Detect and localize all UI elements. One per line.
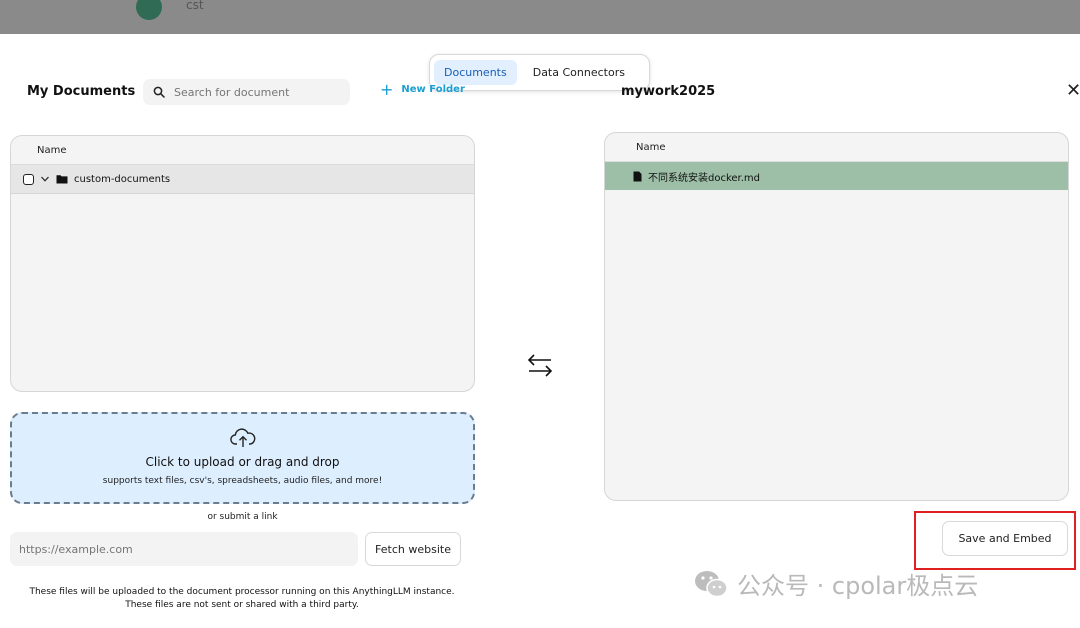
upload-note-line1: These files will be uploaded to the docu… (29, 587, 455, 597)
tab-data-connectors[interactable]: Data Connectors (523, 60, 635, 85)
file-name: 不同系统安装docker.md (648, 172, 761, 184)
file-icon (633, 171, 642, 181)
wechat-icon (695, 570, 728, 597)
tab-documents[interactable]: Documents (434, 60, 517, 85)
chevron-down-icon[interactable] (40, 174, 50, 184)
folder-icon (56, 175, 68, 184)
watermark: 公众号 · cpolar极点云 (693, 566, 978, 601)
my-documents-table: Name custom-documents (10, 135, 475, 392)
plus-icon: + (380, 79, 394, 99)
search-input[interactable] (174, 85, 344, 99)
new-folder-button[interactable]: + New Folder (380, 79, 465, 99)
upload-main-text: Click to upload or drag and drop (145, 455, 340, 469)
workspace-documents-table: Name 不同系统安装docker.md (604, 132, 1069, 501)
new-folder-label: New Folder (401, 84, 465, 95)
background-user-name: cst (186, 0, 204, 12)
cloud-upload-icon (229, 428, 255, 447)
avatar (136, 0, 162, 20)
close-icon[interactable]: ✕ (1066, 80, 1080, 101)
search-box[interactable] (143, 79, 350, 105)
column-header-name: Name (605, 133, 1068, 162)
row-checkbox[interactable] (23, 173, 34, 185)
upload-dropzone[interactable]: Click to upload or drag and drop support… (10, 412, 475, 504)
or-submit-link-label: or submit a link (207, 512, 278, 522)
url-input[interactable] (10, 532, 358, 566)
folder-name: custom-documents (74, 173, 171, 185)
workspace-title: mywork2025 (621, 84, 716, 99)
swap-arrows-icon[interactable] (526, 352, 554, 378)
table-row[interactable]: custom-documents (11, 165, 474, 194)
column-header-name: Name (11, 136, 474, 165)
upload-note-line2: These files are not sent or shared with … (125, 600, 359, 610)
search-icon (153, 86, 165, 98)
my-documents-title: My Documents (27, 84, 136, 99)
watermark-text: 公众号 · cpolar极点云 (737, 572, 979, 600)
table-row[interactable]: 不同系统安装docker.md (605, 162, 1068, 190)
upload-sub-text: supports text files, csv's, spreadsheets… (102, 476, 383, 486)
background-app-bar: cst (0, 0, 1080, 34)
upload-note: These files will be uploaded to the docu… (0, 586, 484, 612)
save-and-embed-button[interactable]: Save and Embed (942, 521, 1068, 556)
fetch-website-button[interactable]: Fetch website (365, 532, 461, 566)
